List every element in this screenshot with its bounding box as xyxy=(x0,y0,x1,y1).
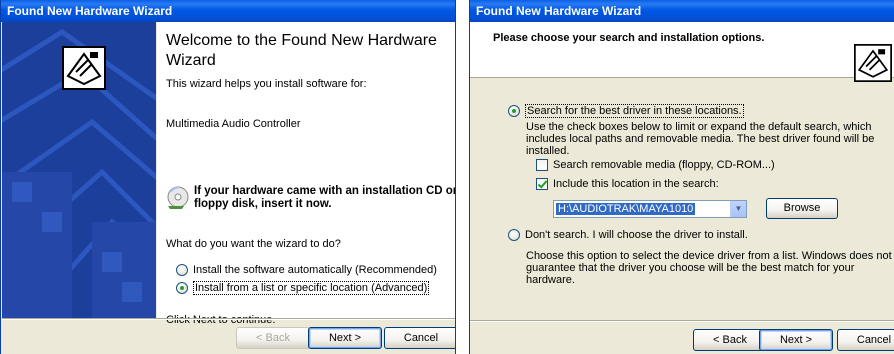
radio-button-selected[interactable] xyxy=(508,105,520,117)
button-area-separator xyxy=(2,318,455,320)
device-name: Multimedia Audio Controller xyxy=(166,118,301,130)
welcome-wizard-window: Found New Hardware Wizard Welcome to the… xyxy=(0,0,456,354)
radio-button[interactable] xyxy=(176,264,188,276)
window-title: Found New Hardware Wizard xyxy=(470,0,894,22)
radio-label: Install the software automatically (Reco… xyxy=(193,264,437,276)
hardware-wizard-icon xyxy=(62,46,106,90)
checkbox-search-removable-media[interactable]: Search removable media (floppy, CD-ROM..… xyxy=(536,159,775,171)
radio-label: Search for the best driver in these loca… xyxy=(525,104,744,118)
next-button[interactable]: Next > xyxy=(308,327,382,349)
welcome-heading: Welcome to the Found New Hardware Wizard xyxy=(166,32,437,69)
checkbox[interactable] xyxy=(536,159,548,171)
dont-search-description: Choose this option to select the device … xyxy=(526,250,892,286)
next-button[interactable]: Next > xyxy=(759,329,833,351)
question-text: What do you want the wizard to do? xyxy=(166,238,341,250)
wizard-header: Please choose your search and installati… xyxy=(470,22,894,82)
browse-button[interactable]: Browse xyxy=(766,198,838,219)
intro-text: This wizard helps you install software f… xyxy=(166,78,367,90)
back-button[interactable]: < Back xyxy=(693,329,767,351)
location-combobox[interactable]: H:\AUDIOTRAK\MAYA1010 ▼ xyxy=(553,200,747,218)
search-options-wizard-window: Found New Hardware Wizard Please choose … xyxy=(469,0,894,354)
hardware-wizard-icon xyxy=(854,44,892,82)
radio-button-selected[interactable] xyxy=(176,282,188,294)
back-button[interactable]: < Back xyxy=(236,327,310,349)
radio-label: Don't search. I will choose the driver t… xyxy=(525,229,748,241)
search-description: Use the check boxes below to limit or ex… xyxy=(526,121,875,157)
cd-prompt: If your hardware came with an installati… xyxy=(166,182,456,220)
radio-button[interactable] xyxy=(508,229,520,241)
chevron-down-icon[interactable]: ▼ xyxy=(730,201,746,217)
continue-note: Click Next to continue. xyxy=(166,314,276,326)
cancel-button[interactable]: Cancel xyxy=(384,327,455,349)
welcome-content: Welcome to the Found New Hardware Wizard… xyxy=(157,22,456,326)
radio-install-from-list[interactable]: Install from a list or specific location… xyxy=(176,281,430,295)
checkbox-label: Search removable media (floppy, CD-ROM..… xyxy=(553,159,775,171)
window-title: Found New Hardware Wizard xyxy=(1,0,455,22)
cd-icon xyxy=(167,186,189,209)
radio-search-best-driver[interactable]: Search for the best driver in these loca… xyxy=(508,104,744,118)
radio-dont-search[interactable]: Don't search. I will choose the driver t… xyxy=(508,229,748,241)
location-value[interactable]: H:\AUDIOTRAK\MAYA1010 xyxy=(556,203,696,215)
checkbox-checked[interactable] xyxy=(536,178,548,190)
wizard-side-banner xyxy=(2,22,156,318)
header-title: Please choose your search and installati… xyxy=(493,32,765,44)
cancel-button[interactable]: Cancel xyxy=(837,329,894,351)
radio-label: Install from a list or specific location… xyxy=(193,281,430,295)
button-area-separator xyxy=(470,320,894,322)
radio-install-automatically[interactable]: Install the software automatically (Reco… xyxy=(176,264,437,276)
cd-prompt-text: If your hardware came with an installati… xyxy=(194,185,456,210)
checkbox-label: Include this location in the search: xyxy=(553,178,719,190)
checkbox-include-location[interactable]: Include this location in the search: xyxy=(536,178,719,190)
